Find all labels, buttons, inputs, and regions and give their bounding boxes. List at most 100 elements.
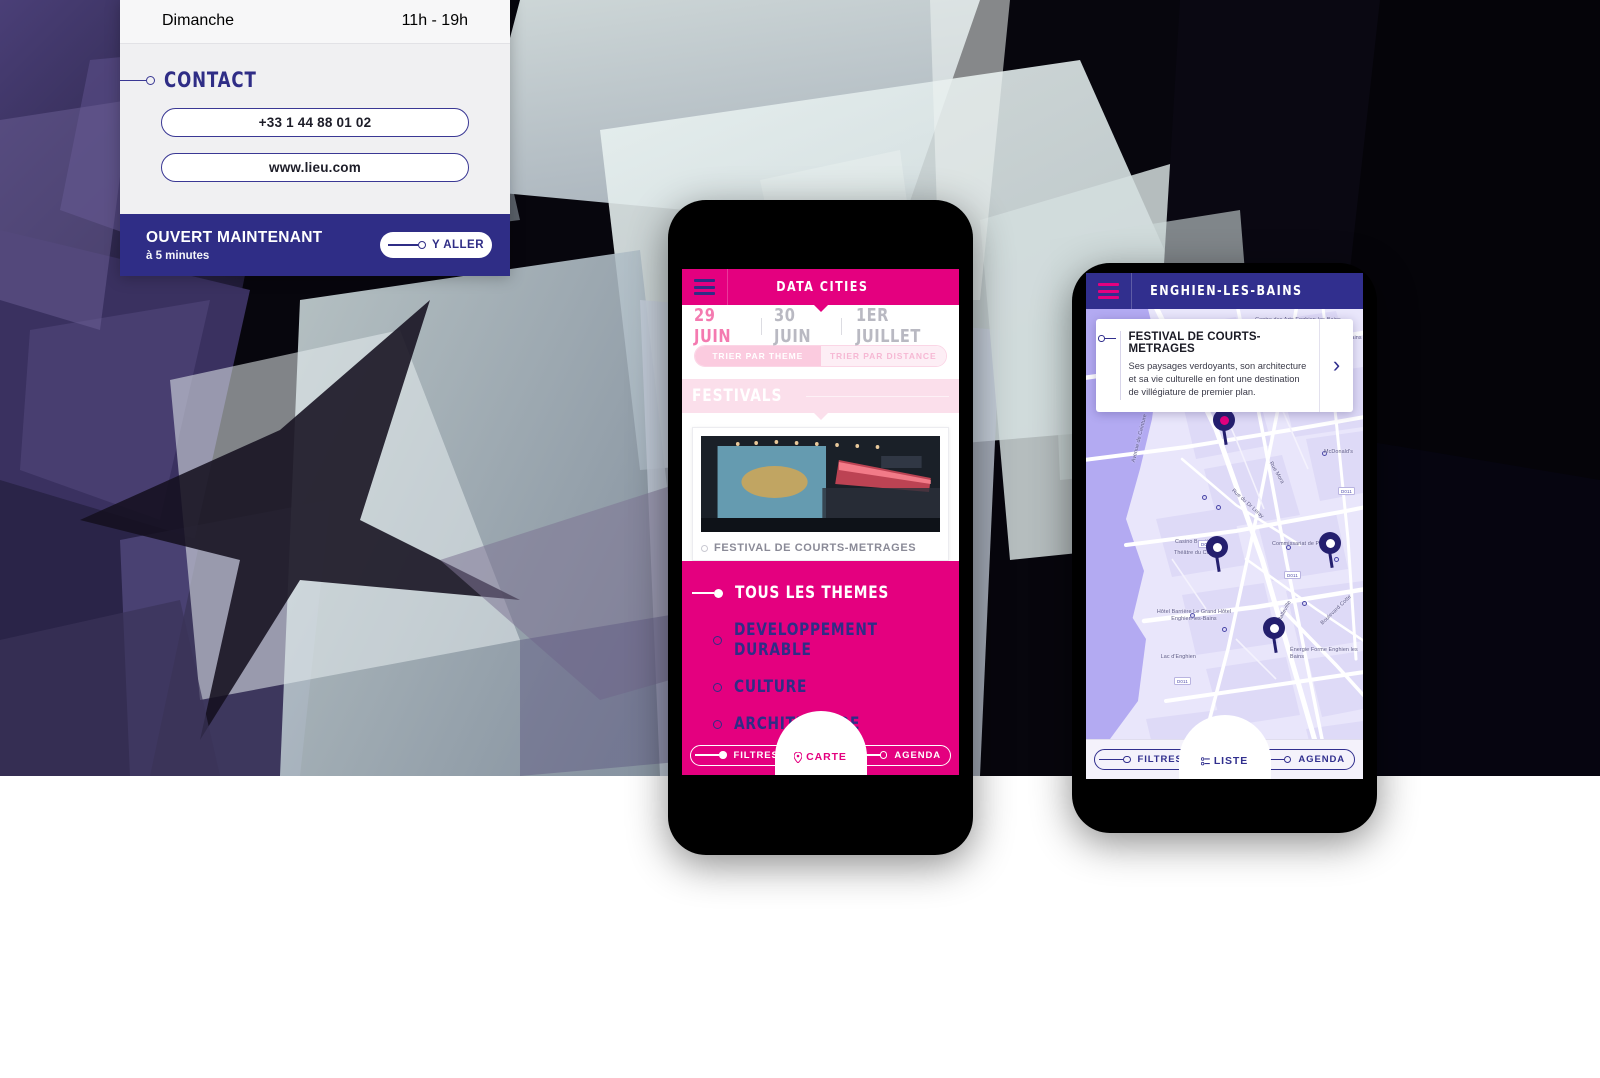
theme-item-0[interactable]: DEVELOPPEMENT DURABLE bbox=[682, 620, 959, 660]
go-there-button[interactable]: Y ALLER bbox=[380, 232, 492, 258]
map-label-commissariat: Commissariat de Police bbox=[1272, 541, 1331, 547]
info-card-body: FESTIVAL DE COURTS-METRAGES Ses paysages… bbox=[1096, 319, 1319, 412]
status-text-group: OUVERT MAINTENANT à 5 minutes bbox=[146, 229, 322, 262]
date-separator bbox=[761, 317, 763, 335]
sort-by-distance-option[interactable]: TRIER PAR DISTANCE bbox=[820, 346, 946, 366]
hours-day-label: Dimanche bbox=[162, 11, 235, 29]
festival-info-card[interactable]: FESTIVAL DE COURTS-METRAGES Ses paysages… bbox=[1096, 319, 1353, 412]
map-label-lac-denghien: Lac d'Enghien bbox=[1160, 654, 1196, 660]
phone1-app-body: DATA CITIES 29 JUIN 30 JUIN 1ER JUILLET … bbox=[682, 269, 959, 775]
map-pin-selected[interactable] bbox=[1213, 409, 1235, 445]
go-button-label: Y ALLER bbox=[431, 239, 485, 251]
lead-dot-icon bbox=[146, 75, 155, 85]
info-card-description: Ses paysages verdoyants, son architectur… bbox=[1128, 361, 1307, 398]
phone-mockup-left: DATA CITIES 29 JUIN 30 JUIN 1ER JUILLET … bbox=[668, 200, 973, 855]
phone1-app-bar: DATA CITIES bbox=[682, 269, 959, 312]
phone-number-button[interactable]: +33 1 44 88 01 02 bbox=[161, 108, 469, 137]
sort-toggle: TRIER PAR THEME TRIER PAR DISTANCE bbox=[694, 345, 947, 367]
pill-dot-icon bbox=[879, 751, 888, 759]
festivals-section-header: FESTIVALS bbox=[682, 379, 959, 420]
liste-label-row: LISTE bbox=[1200, 755, 1249, 767]
phone-mockup-right: ENGHIEN-LES-BAINS McDonald's Casino Barr… bbox=[1072, 263, 1377, 833]
theme-label-0: DEVELOPPEMENT DURABLE bbox=[734, 620, 878, 660]
info-card-lead-decoration bbox=[1096, 331, 1116, 400]
contact-heading-row: CONTACT bbox=[120, 68, 510, 92]
festival-card-title: FESTIVAL DE COURTS-METRAGES bbox=[714, 542, 917, 554]
contact-section: CONTACT +33 1 44 88 01 02 www.lieu.com bbox=[120, 44, 510, 182]
phone1-screen: DATA CITIES 29 JUIN 30 JUIN 1ER JUILLET … bbox=[682, 269, 959, 775]
panel-status-footer: OUVERT MAINTENANT à 5 minutes Y ALLER bbox=[120, 214, 510, 276]
lead-line-decoration bbox=[1104, 337, 1116, 339]
go-dot-icon bbox=[417, 241, 426, 249]
map-label-energie-forme: Énergie Forme Enghien les Bains bbox=[1290, 647, 1358, 660]
website-link-button[interactable]: www.lieu.com bbox=[161, 153, 469, 182]
info-card-text: FESTIVAL DE COURTS-METRAGES Ses paysages… bbox=[1119, 331, 1312, 400]
theme-item-all[interactable]: TOUS LES THEMES bbox=[682, 583, 959, 603]
theme-dot-icon-filled bbox=[714, 588, 723, 598]
map-label-hotel-barriere: Hôtel Barrière Le Grand Hôtel Enghien-le… bbox=[1156, 609, 1232, 622]
theme-dot-icon bbox=[713, 635, 722, 645]
map-poi-dot bbox=[1202, 495, 1207, 500]
agenda-label: AGENDA bbox=[1298, 754, 1345, 765]
pill-dot-icon bbox=[1283, 755, 1292, 764]
map-poi-dot bbox=[1222, 627, 1227, 632]
theme-label-1: CULTURE bbox=[734, 677, 808, 697]
theme-item-1[interactable]: CULTURE bbox=[682, 677, 959, 697]
screenshot-canvas: Dimanche 11h - 19h CONTACT +33 1 44 88 0… bbox=[0, 0, 1600, 1078]
agenda-label: AGENDA bbox=[894, 749, 941, 761]
map-pin-icon bbox=[794, 751, 803, 763]
carte-label: CARTE bbox=[806, 751, 847, 763]
festival-card[interactable]: FESTIVAL DE COURTS-METRAGES bbox=[692, 427, 949, 561]
map-pin-4[interactable] bbox=[1263, 617, 1285, 653]
go-line-decoration bbox=[387, 244, 418, 246]
info-card-title: FESTIVAL DE COURTS-METRAGES bbox=[1128, 331, 1261, 355]
date-tab-1[interactable]: 30 JUIN bbox=[766, 305, 837, 347]
section-title: FESTIVALS bbox=[692, 386, 783, 406]
list-icon bbox=[1200, 756, 1210, 765]
filters-label: FILTRES bbox=[1137, 754, 1183, 765]
road-badge: D011 bbox=[1338, 487, 1355, 495]
phone2-screen: ENGHIEN-LES-BAINS McDonald's Casino Barr… bbox=[1086, 273, 1363, 779]
date-tab-2[interactable]: 1ER JUILLET bbox=[848, 305, 953, 347]
phone1-app-title: DATA CITIES bbox=[776, 279, 869, 295]
chevron-right-icon[interactable]: › bbox=[1319, 319, 1353, 412]
pill-dot-icon-filled bbox=[719, 751, 727, 759]
filters-label: FILTRES bbox=[733, 749, 779, 761]
section-notch-decoration bbox=[812, 412, 829, 420]
section-rule-decoration bbox=[806, 395, 949, 397]
contact-title: CONTACT bbox=[164, 68, 257, 92]
phone2-app-title: ENGHIEN-LES-BAINS bbox=[1150, 283, 1303, 299]
card-dot-icon bbox=[701, 544, 708, 552]
map-pin-2[interactable] bbox=[1206, 536, 1228, 572]
phone2-app-bar: ENGHIEN-LES-BAINS bbox=[1086, 273, 1363, 309]
hours-time-value: 11h - 19h bbox=[401, 11, 468, 29]
theme-lead-line bbox=[692, 592, 714, 594]
date-tab-0[interactable]: 29 JUIN bbox=[686, 305, 757, 347]
pill-line-decoration bbox=[1099, 758, 1123, 761]
road-badge: D011 bbox=[1174, 677, 1191, 685]
date-separator bbox=[841, 317, 843, 335]
liste-label: LISTE bbox=[1213, 755, 1249, 767]
hamburger-icon[interactable] bbox=[1086, 273, 1132, 309]
walking-time-label: à 5 minutes bbox=[146, 249, 210, 262]
open-status-label: OUVERT MAINTENANT bbox=[146, 228, 323, 246]
festival-card-image bbox=[701, 436, 940, 532]
map-poi-dot bbox=[1302, 601, 1307, 606]
pill-dot-icon bbox=[1123, 755, 1131, 764]
carte-label-row: CARTE bbox=[794, 751, 847, 763]
opening-hours-row: Dimanche 11h - 19h bbox=[120, 0, 510, 44]
hamburger-icon[interactable] bbox=[682, 269, 728, 305]
map-poi-dot bbox=[1216, 505, 1221, 510]
lead-line-decoration bbox=[120, 79, 146, 81]
venue-info-panel: Dimanche 11h - 19h CONTACT +33 1 44 88 0… bbox=[120, 0, 510, 276]
theme-label-all: TOUS LES THEMES bbox=[735, 583, 889, 603]
festival-card-title-row: FESTIVAL DE COURTS-METRAGES bbox=[701, 542, 940, 554]
pill-line-decoration bbox=[695, 754, 719, 756]
road-badge: D011 bbox=[1284, 571, 1301, 579]
date-selector: 29 JUIN 30 JUIN 1ER JUILLET bbox=[682, 305, 959, 347]
theme-dot-icon bbox=[713, 682, 722, 692]
sort-by-theme-option[interactable]: TRIER PAR THEME bbox=[695, 346, 821, 366]
map-pin-3[interactable] bbox=[1319, 532, 1341, 568]
theme-dot-icon bbox=[713, 719, 722, 729]
map-label-mcdonalds: McDonald's bbox=[1324, 449, 1353, 455]
